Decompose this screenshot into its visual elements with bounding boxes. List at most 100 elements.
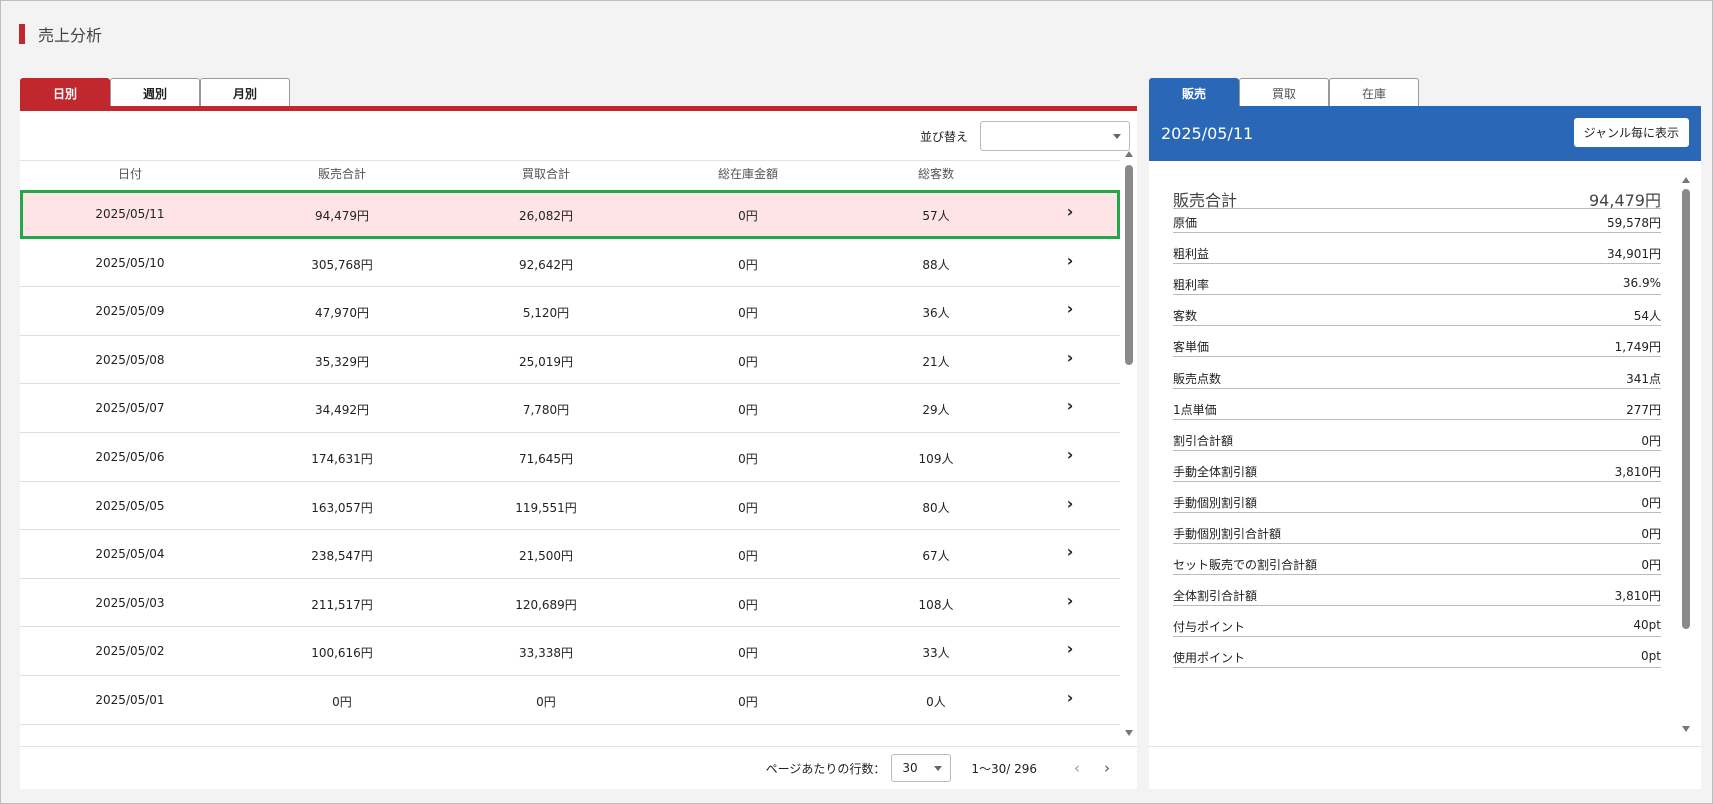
chevron-right-icon[interactable]: › [1060, 591, 1080, 610]
show-by-genre-button[interactable]: ジャンル毎に表示 [1573, 118, 1689, 147]
next-page-button[interactable]: › [1095, 759, 1119, 777]
table-row[interactable]: 2025/05/11 94,479円 26,082円 0円 57人 › [20, 190, 1120, 239]
scroll-thumb[interactable] [1125, 165, 1133, 365]
cell-purchase-total: 92,642円 [519, 257, 573, 272]
chevron-right-icon[interactable]: › [1060, 251, 1080, 270]
cell-stock-total: 0円 [738, 646, 758, 661]
metric-row: 販売点数 341点 [1173, 369, 1661, 389]
cell-date: 2025/05/10 [95, 255, 165, 270]
cell-sales-total: 47,970円 [315, 306, 369, 321]
summary-sales-total: 販売合計 94,479円 [1173, 187, 1661, 210]
metric-row: 手動個別割引額 0円 [1173, 493, 1661, 513]
col-date[interactable]: 日付 [20, 165, 240, 182]
tab-sales[interactable]: 販売 [1149, 78, 1239, 107]
rows-per-page-select[interactable]: 30 [891, 754, 952, 782]
cell-date: 2025/05/02 [95, 644, 165, 659]
detail-header: 2025/05/11 ジャンル毎に表示 [1149, 106, 1701, 161]
cell-sales-total: 174,631円 [311, 451, 373, 466]
cell-sales-total: 305,768円 [311, 257, 373, 272]
table-row[interactable]: 2025/05/06 174,631円 71,645円 0円 109人 › [20, 433, 1120, 482]
table-row[interactable]: 2025/05/04 238,547円 21,500円 0円 67人 › [20, 530, 1120, 579]
chevron-down-icon [1113, 134, 1121, 139]
cell-sales-total: 94,479円 [315, 209, 369, 223]
title-accent-bar [19, 24, 25, 44]
table-row[interactable]: 2025/05/10 305,768円 92,642円 0円 88人 › [20, 239, 1120, 288]
metric-value: 40pt [1633, 618, 1661, 633]
cell-stock-total: 0円 [738, 354, 758, 369]
period-tabs: 日別 週別 月別 [20, 78, 290, 107]
metric-row: 客単価 1,749円 [1173, 337, 1661, 358]
table-row[interactable]: 2025/05/07 34,492円 7,780円 0円 29人 › [20, 384, 1120, 433]
cell-customers-total: 33人 [922, 646, 950, 661]
table-scrollbar[interactable] [1124, 151, 1134, 736]
table-row[interactable]: 2025/05/09 47,970円 5,120円 0円 36人 › [20, 287, 1120, 336]
page-range: 1～30/ 296 [971, 761, 1037, 776]
metric-row: 付与ポイント 40pt [1173, 617, 1661, 638]
chevron-right-icon[interactable]: › [1060, 299, 1080, 318]
cell-customers-total: 57人 [922, 209, 950, 223]
cell-date: 2025/05/08 [95, 352, 165, 367]
metric-value: 1,749円 [1614, 340, 1661, 355]
chevron-right-icon[interactable]: › [1060, 542, 1080, 561]
tab-monthly[interactable]: 月別 [200, 78, 290, 107]
table-row[interactable]: 2025/05/05 163,057円 119,551円 0円 80人 › [20, 482, 1120, 531]
tab-stock[interactable]: 在庫 [1329, 78, 1419, 107]
metric-label: 付与ポイント [1173, 620, 1246, 635]
detail-tabs: 販売 買取 在庫 [1149, 78, 1419, 107]
chevron-right-icon[interactable]: › [1060, 688, 1080, 707]
cell-sales-total: 100,616円 [311, 646, 373, 661]
table-body: 2025/05/11 94,479円 26,082円 0円 57人 › 2025/05/10… [20, 190, 1120, 726]
cell-stock-total: 0円 [738, 597, 758, 612]
cell-sales-total: 35,329円 [315, 354, 369, 369]
page-title-text: 売上分析 [38, 26, 103, 45]
table-row[interactable]: 2025/05/08 35,329円 25,019円 0円 21人 › [20, 336, 1120, 385]
cell-stock-total: 0円 [738, 549, 758, 564]
scroll-down-icon[interactable] [1125, 730, 1133, 736]
sort-label: 並び替え [919, 129, 968, 144]
metric-value: 3,810円 [1614, 464, 1661, 479]
metric-value: 0pt [1641, 649, 1661, 664]
chevron-right-icon[interactable]: › [1060, 445, 1080, 464]
col-purchase-total[interactable]: 買取合計 [444, 165, 648, 182]
cell-date: 2025/05/05 [95, 498, 165, 513]
table-row[interactable]: 2025/05/03 211,517円 120,689円 0円 108人 › [20, 579, 1120, 628]
chevron-right-icon[interactable]: › [1060, 348, 1080, 367]
tab-weekly[interactable]: 週別 [110, 78, 200, 107]
scroll-up-icon[interactable] [1125, 151, 1133, 157]
metric-value: 0円 [1641, 495, 1661, 510]
cell-customers-total: 109人 [918, 451, 954, 466]
metric-row: 1点単価 277円 [1173, 400, 1661, 420]
col-stock-total[interactable]: 総在庫金額 [648, 165, 848, 182]
scroll-thumb[interactable] [1682, 189, 1690, 629]
tab-purchase[interactable]: 買取 [1239, 78, 1329, 107]
cell-date: 2025/05/06 [95, 449, 165, 464]
metric-label: 販売点数 [1173, 371, 1222, 386]
page-title: 売上分析 [19, 23, 102, 45]
chevron-right-icon[interactable]: › [1060, 202, 1080, 221]
table-pagination: ページあたりの行数： 30 1～30/ 296 ‹ › [20, 746, 1137, 789]
scroll-up-icon[interactable] [1682, 177, 1690, 183]
table-row[interactable]: 2025/05/02 100,616円 33,338円 0円 33人 › [20, 627, 1120, 676]
scroll-down-icon[interactable] [1682, 726, 1690, 732]
metric-value: 341点 [1626, 371, 1661, 386]
rows-per-page-label: ページあたりの行数： [765, 761, 886, 776]
col-customers-total[interactable]: 総客数 [848, 165, 1024, 182]
cell-customers-total: 108人 [918, 597, 954, 612]
prev-page-button[interactable]: ‹ [1065, 759, 1089, 777]
tab-daily[interactable]: 日別 [20, 78, 110, 107]
chevron-right-icon[interactable]: › [1060, 639, 1080, 658]
chevron-right-icon[interactable]: › [1060, 494, 1080, 513]
cell-purchase-total: 26,082円 [519, 209, 573, 223]
metric-row: 全体割引合計額 3,810円 [1173, 586, 1661, 607]
summary-value: 94,479円 [1589, 191, 1661, 210]
metric-row: 手動個別割引合計額 0円 [1173, 524, 1661, 544]
metric-row: 粗利益 34,901円 [1173, 244, 1661, 265]
sort-select[interactable] [980, 121, 1130, 151]
cell-purchase-total: 25,019円 [519, 354, 573, 369]
cell-customers-total: 67人 [922, 549, 950, 564]
chevron-right-icon[interactable]: › [1060, 396, 1080, 415]
col-sales-total[interactable]: 販売合計 [240, 165, 444, 182]
table-row[interactable]: 2025/05/01 0円 0円 0円 0人 › [20, 676, 1120, 725]
detail-scrollbar[interactable] [1681, 177, 1691, 732]
cell-stock-total: 0円 [738, 257, 758, 272]
